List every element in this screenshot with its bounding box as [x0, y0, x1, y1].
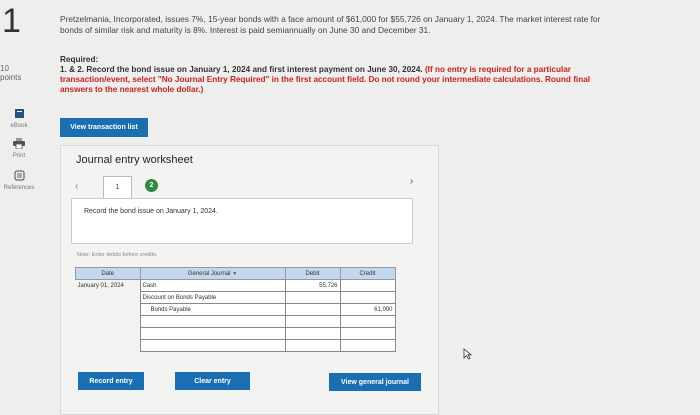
view-general-journal-button[interactable]: View general journal	[329, 373, 421, 391]
debit-cell[interactable]	[284, 291, 341, 304]
credit-cell[interactable]	[339, 315, 396, 328]
chevron-down-icon[interactable]: ▼	[232, 271, 237, 277]
view-transaction-list-button[interactable]: View transaction list	[60, 118, 148, 137]
account-cell[interactable]	[139, 315, 286, 328]
debit-cell[interactable]	[284, 339, 341, 352]
credit-cell[interactable]	[339, 279, 396, 292]
references-icon	[2, 170, 36, 183]
date-cell[interactable]	[76, 328, 141, 340]
question-number: 1	[2, 2, 21, 40]
table-row: Bonds Payable 61,000	[76, 303, 396, 316]
date-cell[interactable]: January 01, 2024	[76, 280, 141, 292]
entry-description: Record the bond issue on January 1, 2024…	[84, 208, 218, 215]
account-cell[interactable]	[139, 327, 286, 340]
debit-header: Debit	[284, 267, 341, 280]
entry-description-box: Record the bond issue on January 1, 2024…	[71, 198, 413, 244]
account-cell[interactable]: Bonds Payable	[139, 303, 286, 316]
journal-entry-worksheet: Journal entry worksheet ‹ 1 2 › Record t…	[60, 145, 439, 415]
ebook-label: eBook	[10, 123, 28, 129]
debit-cell[interactable]	[284, 327, 341, 340]
debit-cell[interactable]	[284, 315, 341, 328]
page-tab-1[interactable]: 1	[103, 176, 132, 200]
points-value: 10	[0, 64, 9, 73]
table-row: Discount on Bonds Payable	[76, 291, 396, 304]
account-header-label: General Journal	[187, 270, 231, 277]
table-row	[76, 327, 396, 340]
date-cell[interactable]	[76, 316, 141, 328]
table-row	[76, 315, 396, 328]
chevron-right-icon[interactable]: ›	[410, 176, 413, 187]
table-row: January 01, 2024 Cash 55,726	[76, 279, 396, 292]
question-points: 10 points	[0, 64, 21, 82]
journal-table: Date General Journal ▼ Debit Credit Janu…	[75, 267, 396, 352]
date-cell[interactable]	[76, 340, 141, 352]
account-cell[interactable]	[139, 339, 286, 352]
worksheet-title: Journal entry worksheet	[76, 154, 193, 166]
entry-note: Note: Enter debits before credits.	[77, 252, 158, 258]
references-label: References	[3, 185, 35, 191]
date-cell[interactable]	[76, 304, 141, 316]
credit-cell[interactable]	[339, 339, 396, 352]
chevron-left-icon[interactable]: ‹	[75, 181, 78, 192]
printer-icon	[2, 138, 36, 151]
required-text: 1. & 2. Record the bond issue on January…	[60, 65, 423, 74]
date-cell[interactable]	[76, 292, 141, 304]
problem-intro: Pretzelmania, Incorporated, issues 7%, 1…	[60, 14, 601, 35]
credit-cell[interactable]	[339, 291, 396, 304]
debit-cell[interactable]	[284, 303, 341, 316]
account-cell[interactable]: Cash	[139, 279, 286, 292]
date-header: Date	[75, 267, 141, 280]
required-heading: Required:	[60, 55, 99, 64]
print-tool[interactable]: Print	[2, 138, 36, 159]
credit-header: Credit	[339, 267, 396, 280]
ebook-tool[interactable]: eBook	[2, 108, 36, 129]
page-tab-2[interactable]: 2	[145, 179, 158, 192]
references-tool[interactable]: References	[2, 170, 36, 191]
required-section: Required: 1. & 2. Record the bond issue …	[60, 55, 620, 95]
account-header: General Journal ▼	[139, 267, 286, 280]
book-icon	[2, 108, 36, 121]
debit-cell[interactable]: 55,726	[284, 279, 341, 292]
account-cell[interactable]: Discount on Bonds Payable	[139, 291, 286, 304]
record-entry-button[interactable]: Record entry	[78, 372, 144, 390]
points-label: points	[0, 73, 22, 82]
clear-entry-button[interactable]: Clear entry	[175, 372, 250, 390]
table-row	[76, 339, 396, 352]
credit-cell[interactable]	[339, 327, 396, 340]
print-label: Print	[12, 153, 26, 159]
mouse-cursor-icon	[463, 347, 473, 365]
credit-cell[interactable]: 61,000	[339, 303, 396, 316]
